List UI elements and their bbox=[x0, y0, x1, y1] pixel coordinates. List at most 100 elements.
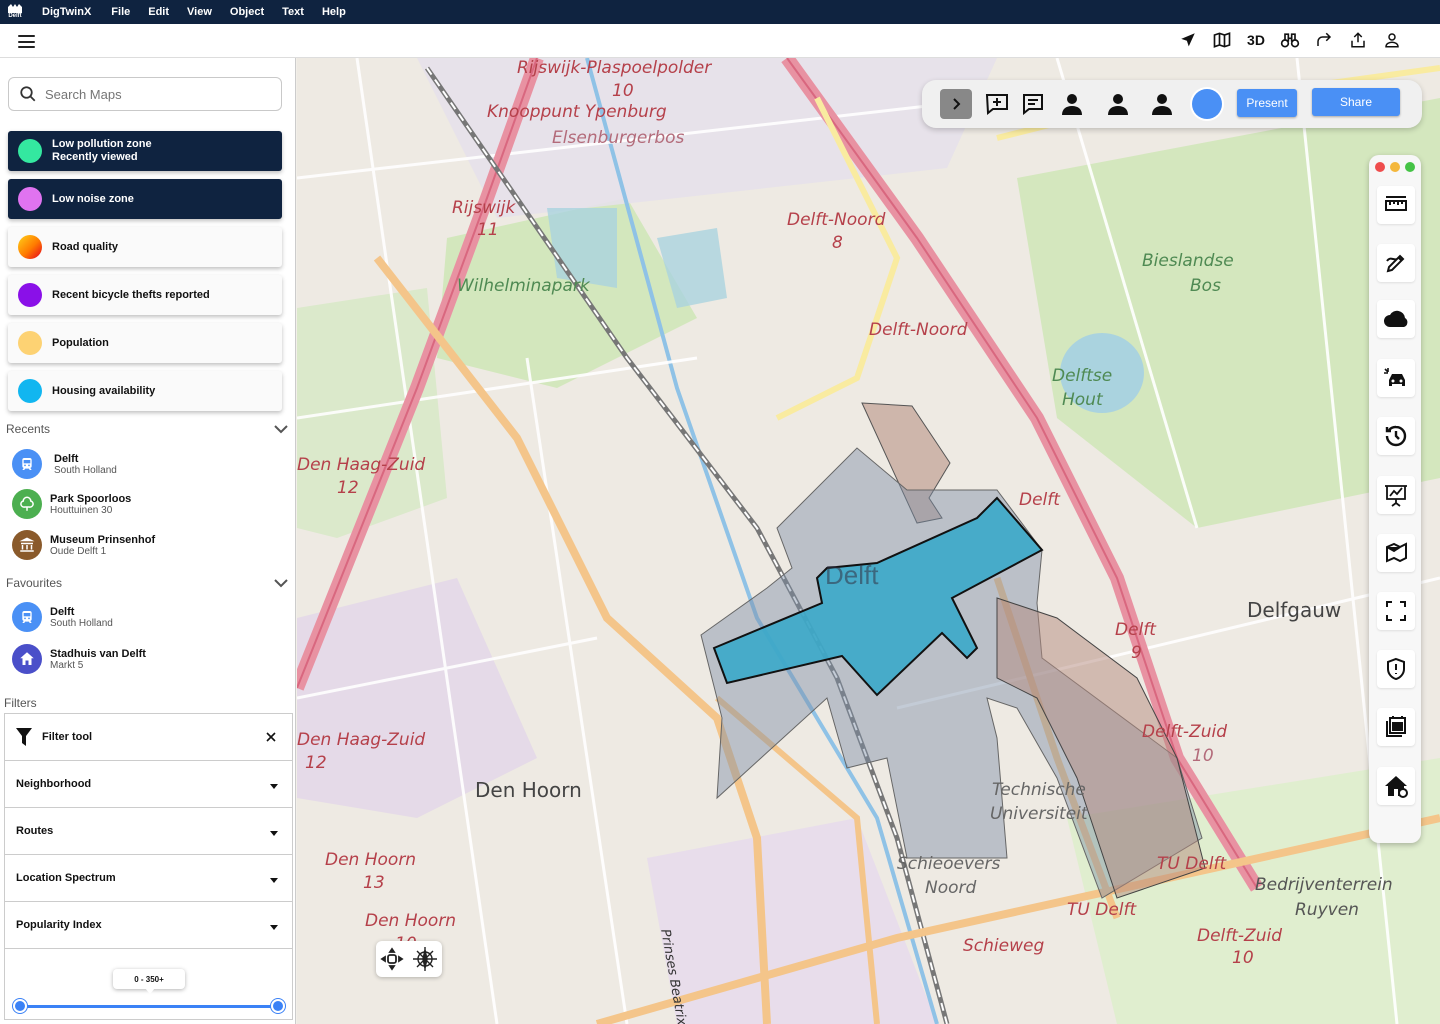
current-user-avatar[interactable] bbox=[1192, 89, 1222, 119]
layer-population[interactable]: Population bbox=[8, 323, 282, 363]
map-icon[interactable] bbox=[1212, 30, 1232, 50]
map-label: Delft bbox=[1115, 620, 1156, 640]
map-navigation-control bbox=[376, 941, 442, 977]
map-label: 12 bbox=[305, 753, 327, 773]
favourite-sub: South Holland bbox=[50, 617, 113, 629]
map-label: Technische bbox=[992, 780, 1086, 800]
map-label: Den Haag-Zuid bbox=[297, 730, 426, 750]
slider-max-handle[interactable] bbox=[271, 999, 285, 1013]
layer-low-noise-zone[interactable]: Low noise zone bbox=[8, 179, 282, 219]
layer-low-pollution-zone[interactable]: Low pollution zone Recently viewed bbox=[8, 131, 282, 171]
traffic-accident-icon[interactable] bbox=[1377, 359, 1415, 397]
layer-label: Housing availability bbox=[52, 384, 156, 397]
filter-location-spectrum-dropdown[interactable]: Location Spectrum bbox=[5, 855, 292, 902]
map-layer-icon[interactable] bbox=[1377, 534, 1415, 572]
add-comment-icon[interactable] bbox=[982, 89, 1012, 119]
recent-name: Museum Prinsenhof bbox=[50, 533, 156, 546]
ruler-icon[interactable] bbox=[1377, 186, 1415, 224]
chevron-right-icon[interactable] bbox=[940, 89, 972, 119]
filter-popularity-index-dropdown[interactable]: Popularity Index bbox=[5, 902, 292, 949]
map-label: 8 bbox=[832, 233, 843, 253]
hamburger-menu-icon[interactable] bbox=[18, 35, 35, 48]
close-window-dot[interactable] bbox=[1375, 162, 1385, 172]
house-icon[interactable] bbox=[1377, 767, 1415, 805]
close-icon[interactable] bbox=[266, 732, 276, 742]
menu-object[interactable]: Object bbox=[221, 6, 273, 18]
location-arrow-icon[interactable] bbox=[1178, 30, 1198, 50]
redo-icon[interactable] bbox=[1314, 30, 1334, 50]
sidebar: Low pollution zoneRecently viewed Low no… bbox=[0, 58, 296, 1024]
menu-help[interactable]: Help bbox=[313, 6, 355, 18]
share-button[interactable]: Share bbox=[1312, 88, 1400, 116]
user-avatar-icon[interactable] bbox=[1103, 89, 1133, 119]
layer-label: Low noise zone bbox=[52, 192, 134, 205]
gallery-icon[interactable] bbox=[1377, 708, 1415, 746]
map-canvas[interactable]: Delft Rijswijk-Plaspoelpolder 10 Knooppu… bbox=[297, 58, 1440, 1024]
maximize-window-dot[interactable] bbox=[1405, 162, 1415, 172]
present-button[interactable]: Present bbox=[1237, 89, 1297, 117]
menu-view[interactable]: View bbox=[178, 6, 221, 18]
recent-item-park-spoorloos[interactable]: Park Spoorloos Houttuinen 30 bbox=[12, 489, 131, 519]
map-label: 13 bbox=[363, 873, 385, 893]
menu-file[interactable]: File bbox=[102, 6, 139, 18]
chevron-down-icon[interactable] bbox=[274, 424, 288, 434]
user-avatar-icon[interactable] bbox=[1147, 89, 1177, 119]
app-name[interactable]: DigTwinX bbox=[30, 6, 102, 18]
recent-sub: Oude Delft 1 bbox=[50, 545, 107, 557]
filter-routes-dropdown[interactable]: Routes bbox=[5, 808, 292, 855]
recent-name: Park Spoorloos bbox=[50, 492, 132, 505]
favourite-item-stadhuis[interactable]: Stadhuis van Delft Markt 5 bbox=[12, 644, 146, 674]
filters-title: Filters bbox=[4, 696, 37, 710]
security-shield-icon[interactable] bbox=[1377, 650, 1415, 688]
layer-list: Low pollution zone Recently viewed Low no… bbox=[8, 131, 282, 419]
recent-item-museum-prinsenhof[interactable]: Museum Prinsenhof Oude Delft 1 bbox=[12, 530, 155, 560]
layer-bicycle-thefts[interactable]: Recent bicycle thefts reported bbox=[8, 275, 282, 315]
city-map-label: Delft bbox=[825, 560, 879, 590]
favourite-item-delft[interactable]: Delft South Holland bbox=[12, 602, 113, 632]
recent-item-delft[interactable]: Delft South Holland bbox=[12, 449, 117, 479]
3d-toggle-icon[interactable]: 3D bbox=[1246, 30, 1266, 50]
map-label: Ruyven bbox=[1295, 900, 1359, 920]
menu-edit[interactable]: Edit bbox=[139, 6, 178, 18]
tooltip-pointer bbox=[145, 988, 155, 994]
map-label: Den Hoorn bbox=[365, 911, 457, 931]
user-avatar-icon[interactable] bbox=[1057, 89, 1087, 119]
filter-funnel-icon bbox=[16, 728, 32, 746]
search-input[interactable] bbox=[45, 86, 265, 102]
favourite-name: Delft bbox=[50, 605, 75, 618]
binoculars-icon[interactable] bbox=[1280, 30, 1300, 50]
compass-icon[interactable] bbox=[412, 946, 438, 972]
cloud-weather-icon[interactable] bbox=[1377, 300, 1415, 338]
favourite-sub: Markt 5 bbox=[50, 659, 84, 671]
search-box[interactable] bbox=[8, 77, 282, 111]
top-toolbar: 3D bbox=[0, 24, 1440, 58]
layer-road-quality[interactable]: Road quality bbox=[8, 227, 282, 267]
map-label: 11 bbox=[477, 220, 499, 240]
share-upload-icon[interactable] bbox=[1348, 30, 1368, 50]
map-label: Hout bbox=[1062, 390, 1103, 410]
favourites-header[interactable]: Favourites bbox=[6, 576, 288, 590]
layer-housing-availability[interactable]: Housing availability bbox=[8, 371, 282, 411]
map-label: Delft-Noord bbox=[869, 320, 968, 340]
slider-min-handle[interactable] bbox=[13, 999, 27, 1013]
museum-icon bbox=[12, 530, 42, 560]
presentation-icon[interactable] bbox=[1377, 476, 1415, 514]
pan-control-icon[interactable] bbox=[380, 947, 404, 971]
map-label: Delft-Zuid bbox=[1142, 722, 1227, 742]
chevron-down-icon[interactable] bbox=[274, 578, 288, 588]
slider-track[interactable] bbox=[20, 1005, 278, 1008]
recents-title: Recents bbox=[6, 422, 51, 436]
menu-text[interactable]: Text bbox=[273, 6, 313, 18]
caret-down-icon bbox=[270, 924, 278, 930]
layer-color-dot bbox=[18, 139, 42, 163]
filter-tool-header: Filter tool bbox=[5, 714, 292, 761]
filter-neighborhood-dropdown[interactable]: Neighborhood bbox=[5, 761, 292, 808]
recents-header[interactable]: Recents bbox=[6, 422, 288, 436]
user-account-icon[interactable] bbox=[1382, 30, 1402, 50]
pen-edit-icon[interactable] bbox=[1377, 244, 1415, 282]
delft-logo[interactable]: Delft bbox=[0, 0, 30, 24]
history-icon[interactable] bbox=[1377, 417, 1415, 455]
minimize-window-dot[interactable] bbox=[1390, 162, 1400, 172]
fullscreen-icon[interactable] bbox=[1377, 592, 1415, 630]
chat-icon[interactable] bbox=[1018, 89, 1048, 119]
